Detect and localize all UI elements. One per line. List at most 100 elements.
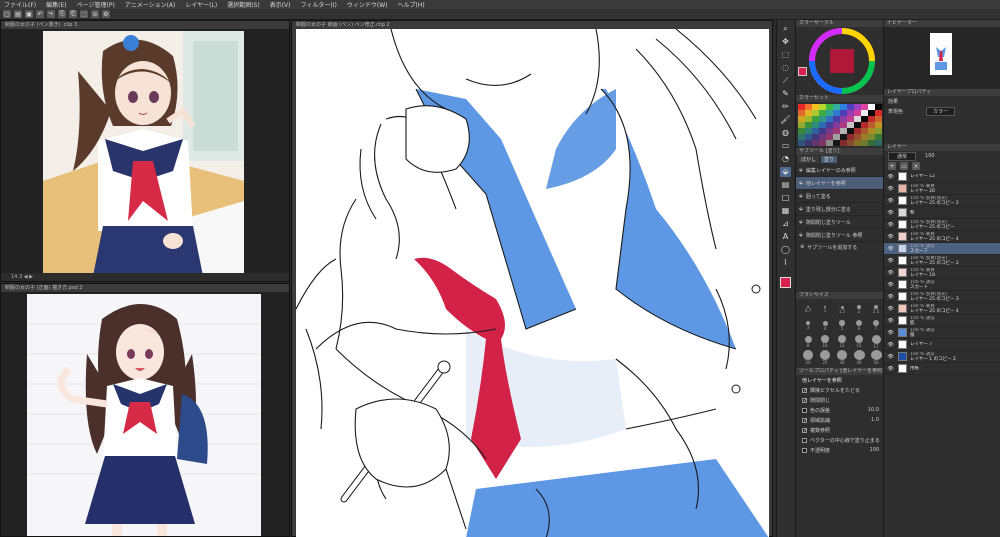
layer-row[interactable]: 👁 100 % 通常 スカート	[884, 279, 1000, 291]
eye-icon[interactable]: 👁	[886, 282, 895, 288]
eye-icon[interactable]: 👁	[886, 330, 895, 336]
brush-size-preset[interactable]: 20	[800, 350, 816, 365]
menu-item-2[interactable]: ページ管理(P)	[77, 0, 115, 9]
tool-property-tab[interactable]: ツールプロパティ [他レイヤーを参照]	[796, 368, 883, 375]
eye-icon[interactable]: 👁	[886, 174, 895, 180]
layer-row[interactable]: 👁 レイヤー 12	[884, 171, 1000, 183]
checkbox[interactable]: ✓	[802, 397, 807, 403]
brush-size-preset[interactable]: 12	[834, 334, 850, 349]
paste-icon[interactable]: ⎗	[69, 10, 77, 18]
palette-swatch[interactable]	[826, 140, 833, 146]
brush-icon[interactable]: 🖌	[780, 115, 791, 125]
eyedropper-icon[interactable]: ⟋	[780, 76, 791, 86]
subtool-group-tab-1[interactable]: 塗り	[821, 156, 838, 163]
tool-property-row[interactable]: ✓ 隣接ピクセルをたどる	[796, 385, 883, 395]
palette-swatch[interactable]	[875, 140, 882, 146]
pen-icon[interactable]: ✎	[780, 89, 791, 99]
new-layer-icon[interactable]: +	[888, 162, 896, 170]
eye-icon[interactable]: 👁	[886, 198, 895, 204]
brush-size-preset[interactable]: 2	[851, 302, 867, 317]
checkbox[interactable]: ✓	[802, 387, 807, 393]
subtool-item[interactable]: ⬙ 他レイヤーを参照	[796, 177, 883, 190]
menu-item-8[interactable]: ウィンドウ(W)	[347, 0, 388, 9]
tool-property-row[interactable]: ✓ 領域拡縮 1.0	[796, 415, 883, 425]
brush-size-preset[interactable]: 8	[800, 334, 816, 349]
expression-color-select[interactable]: カラー	[926, 106, 956, 116]
main-color-indicator[interactable]	[780, 277, 791, 288]
brush-size-preset[interactable]: 40	[851, 350, 867, 365]
brush-size-preset[interactable]: 4	[817, 318, 833, 333]
copy-icon[interactable]: ⎘	[58, 10, 66, 18]
deselect-icon[interactable]: ⊘	[91, 10, 99, 18]
document-tab-2[interactable]: 制服の女の子 (正面) 描き方.psd 2	[1, 284, 289, 292]
brush-size-preset[interactable]: 25	[817, 350, 833, 365]
eraser-icon[interactable]: ▭	[780, 141, 791, 151]
tool-property-row[interactable]: 不透明度 100	[796, 445, 883, 455]
brush-size-preset[interactable]: 7	[868, 318, 884, 333]
brush-size-preset[interactable]: 0.7	[800, 302, 816, 317]
eye-icon[interactable]: 👁	[886, 210, 895, 216]
menu-item-0[interactable]: ファイル(F)	[4, 0, 36, 9]
layer-row[interactable]: 👁 レイヤー 7	[884, 339, 1000, 351]
eye-icon[interactable]: 👁	[886, 246, 895, 252]
subtool-item[interactable]: ⬙ 隙間閉じ塗りツール	[796, 216, 883, 229]
layer-row[interactable]: 👁 100 % 乗算 レイヤー 25 のコピー 4	[884, 303, 1000, 315]
layer-row[interactable]: 👁 100 % 通常服	[884, 327, 1000, 339]
main-color-swatch[interactable]	[798, 67, 807, 76]
blend-icon[interactable]: ◔	[780, 154, 791, 164]
redo-icon[interactable]: ↷	[47, 10, 55, 18]
subtool-item[interactable]: ⬙ 隙間閉じ塗りツール 参照	[796, 229, 883, 242]
airbrush-icon[interactable]: ◍	[780, 128, 791, 138]
layer-row[interactable]: 👁 100 % 乗算 レイヤー 18	[884, 267, 1000, 279]
eye-icon[interactable]: 👁	[886, 342, 895, 348]
layer-row[interactable]: 👁 髪	[884, 207, 1000, 219]
drawing-canvas[interactable]	[296, 29, 769, 537]
layer-row[interactable]: 👁 100 % 加算(発光) レイヤー 25 のコピー	[884, 219, 1000, 231]
brush-size-preset[interactable]: 1.5	[834, 302, 850, 317]
menu-item-5[interactable]: 選択範囲(S)	[227, 0, 260, 9]
save-icon[interactable]: ▣	[25, 10, 33, 18]
palette-swatch[interactable]	[833, 140, 840, 146]
navigator-preview[interactable]	[930, 33, 952, 75]
figure-icon[interactable]: □	[780, 193, 791, 203]
open-file-icon[interactable]: ▤	[14, 10, 22, 18]
undo-icon[interactable]: ↶	[36, 10, 44, 18]
layer-row[interactable]: 👁 100 % 加算(発光) レイヤー 25 のコピー 2	[884, 255, 1000, 267]
new-folder-icon[interactable]: ▭	[900, 162, 908, 170]
menu-item-3[interactable]: アニメーション(A)	[125, 0, 176, 9]
layer-row[interactable]: 👁 100 % 通常 レイヤー 1 のコピー 2	[884, 351, 1000, 363]
color-wheel-tab[interactable]: カラーサークル	[796, 20, 883, 27]
ruler-icon[interactable]: ⊿	[780, 219, 791, 229]
document-tab[interactable]: 制服の女の子 (ペン書き) .clip 3	[1, 21, 289, 29]
layer-row[interactable]: 👁 100 % 乗算 レイヤー 26	[884, 183, 1000, 195]
eye-icon[interactable]: 👁	[886, 354, 895, 360]
settings-icon[interactable]: ⚙	[102, 10, 110, 18]
lasso-icon[interactable]: ◌	[780, 63, 791, 73]
brush-size-preset[interactable]: 15	[851, 334, 867, 349]
eye-icon[interactable]: 👁	[886, 294, 895, 300]
subtool-item[interactable]: ⬙ 囲って塗る	[796, 190, 883, 203]
opacity-value[interactable]: 100	[925, 153, 935, 159]
checkbox[interactable]	[802, 407, 807, 413]
checkbox[interactable]	[802, 437, 807, 443]
eye-icon[interactable]: 👁	[886, 222, 895, 228]
pencil-icon[interactable]: ✏	[780, 102, 791, 112]
palette-swatch[interactable]	[847, 140, 854, 146]
color-set-tab[interactable]: カラーセット	[796, 95, 883, 102]
menu-item-9[interactable]: ヘルプ(H)	[397, 0, 424, 9]
layer-row[interactable]: 👁 100 % 加算(発光) レイヤー 25 のコピー 2	[884, 195, 1000, 207]
balloon-icon[interactable]: ◯	[780, 245, 791, 255]
brush-size-preset[interactable]: 17	[868, 334, 884, 349]
menu-item-1[interactable]: 編集(E)	[46, 0, 66, 9]
brush-size-preset[interactable]: 30	[834, 350, 850, 365]
brush-size-preset[interactable]: 6	[851, 318, 867, 333]
palette-swatch[interactable]	[798, 140, 805, 146]
delete-layer-icon[interactable]: ×	[912, 162, 920, 170]
add-subtool-button[interactable]: ⊕ サブツールを追加する	[796, 242, 883, 252]
layer-row[interactable]: 👁 100 % 通常 スカーフ	[884, 243, 1000, 255]
palette-swatch[interactable]	[861, 140, 868, 146]
eye-icon[interactable]: 👁	[886, 186, 895, 192]
palette-swatch[interactable]	[812, 140, 819, 146]
palette-swatch[interactable]	[805, 140, 812, 146]
menu-item-4[interactable]: レイヤー(L)	[185, 0, 217, 9]
